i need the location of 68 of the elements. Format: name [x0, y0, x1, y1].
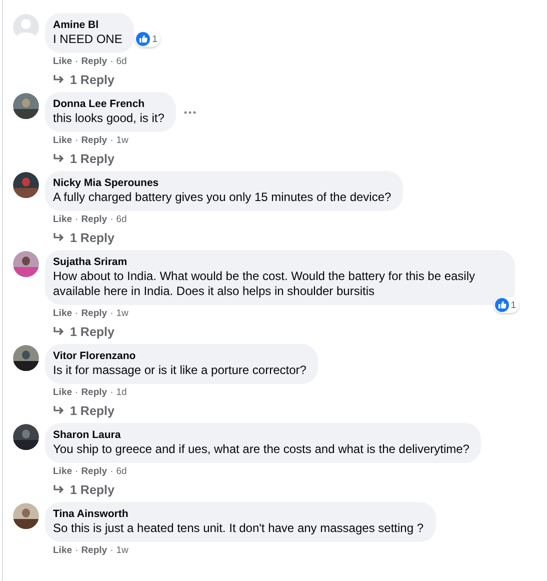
author-name[interactable]: Sujatha Sriram	[53, 255, 503, 269]
reply-arrow-icon	[53, 75, 65, 85]
separator-dot: ·	[75, 134, 78, 147]
reply-arrow-icon	[53, 327, 65, 337]
view-replies-link[interactable]: 1 Reply	[53, 229, 404, 247]
comment-action-link[interactable]: Reply	[81, 134, 108, 147]
comment-time[interactable]: 1w	[116, 307, 128, 320]
reaction-count[interactable]: 1	[135, 31, 160, 47]
more-options-icon[interactable]	[184, 110, 196, 114]
comment-action-link[interactable]: Reply	[81, 55, 108, 68]
comment-time[interactable]: 1w	[116, 134, 128, 147]
separator-dot: ·	[75, 465, 78, 478]
separator-dot: ·	[75, 307, 78, 320]
like-icon	[494, 298, 509, 312]
comment-text: this looks good, is it?	[53, 111, 164, 126]
comment-action-link[interactable]: Reply	[81, 386, 108, 399]
comment-text: A fully charged battery gives you only 15 minutes of the device?	[53, 190, 392, 205]
comment-text: You ship to greece and if ues, what are the costs and what is the deliverytime?	[53, 442, 470, 457]
comment-action-link[interactable]: Like	[53, 386, 72, 399]
comment-text: So this is just a heated tens unit. It don't have any massages setting ?	[53, 521, 424, 536]
comment-time[interactable]: 6d	[116, 213, 127, 226]
comment-action-link[interactable]: Reply	[81, 465, 108, 478]
comment-time[interactable]: 1d	[116, 386, 127, 399]
author-name[interactable]: Sharon Laura	[53, 428, 470, 442]
comment-action-link[interactable]: Like	[53, 465, 72, 478]
like-icon	[136, 32, 150, 46]
separator-dot: ·	[75, 55, 78, 68]
comment-action-link[interactable]: Reply	[81, 544, 108, 557]
separator-dot: ·	[110, 307, 114, 320]
comment-text: How about to India. What would be the cost. Would the battery for this be easily available here in India. Does it also helps in shoulder bursitis	[53, 269, 476, 299]
reply-arrow-icon	[53, 233, 65, 243]
author-name[interactable]: Amine Bl	[53, 18, 122, 32]
separator-dot: ·	[75, 386, 78, 399]
separator-dot: ·	[110, 386, 114, 399]
author-name[interactable]: Nicky Mia Sperounes	[53, 176, 392, 190]
comment-text: Is it for massage or is it like a porture corrector?	[53, 363, 306, 378]
comment-action-link[interactable]: Like	[53, 213, 72, 226]
view-replies-link[interactable]: 1 Reply	[53, 71, 134, 89]
comment-action-link[interactable]: Reply	[81, 213, 108, 226]
separator-dot: ·	[110, 134, 114, 147]
view-replies-link[interactable]: 1 Reply	[53, 481, 482, 499]
reaction-count[interactable]: 1	[494, 297, 519, 313]
comment-action-link[interactable]: Like	[53, 544, 72, 557]
comment-action-link[interactable]: Like	[53, 307, 72, 320]
view-replies-link[interactable]: 1 Reply	[53, 402, 318, 420]
separator-dot: ·	[110, 55, 114, 68]
reply-arrow-icon	[53, 485, 65, 495]
reply-arrow-icon	[53, 154, 65, 164]
separator-dot: ·	[75, 213, 78, 226]
author-name[interactable]: Vitor Florenzano	[53, 349, 306, 363]
comment-time[interactable]: 6d	[116, 465, 127, 478]
view-replies-link[interactable]: 1 Reply	[53, 150, 196, 168]
separator-dot: ·	[110, 544, 114, 557]
reaction-number: 1	[510, 300, 516, 310]
separator-dot: ·	[110, 213, 114, 226]
separator-dot: ·	[110, 465, 114, 478]
author-name[interactable]: Donna Lee French	[53, 97, 164, 111]
comment-action-link[interactable]: Like	[53, 55, 72, 68]
reply-arrow-icon	[53, 406, 65, 416]
comment-action-link[interactable]: Reply	[81, 307, 108, 320]
comment-time[interactable]: 6d	[116, 55, 127, 68]
view-replies-link[interactable]: 1 Reply	[53, 323, 515, 341]
comment-time[interactable]: 1w	[116, 544, 128, 557]
comment-text: I NEED ONE	[53, 32, 122, 47]
reaction-number: 1	[152, 34, 158, 44]
comment-action-link[interactable]: Like	[53, 134, 72, 147]
author-name[interactable]: Tina Ainsworth	[53, 507, 424, 521]
separator-dot: ·	[75, 544, 78, 557]
